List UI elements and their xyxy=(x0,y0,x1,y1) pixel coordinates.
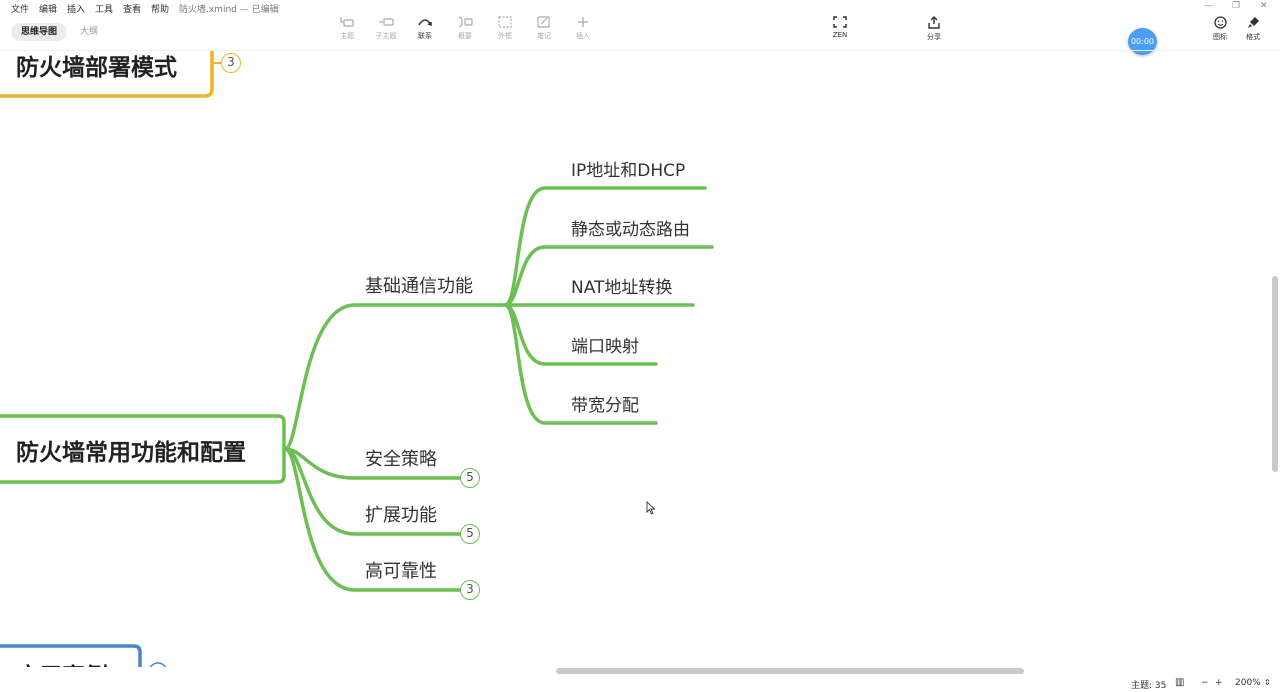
menu-tools[interactable]: 工具 xyxy=(95,2,113,15)
tab-outline[interactable]: 大纲 xyxy=(70,23,108,41)
menu-edit[interactable]: 编辑 xyxy=(39,2,57,15)
menu-bar: 文件 编辑 插入 工具 查看 帮助 防火墙.xmind — 已编辑 xyxy=(0,0,1280,15)
collapsed-count-badge[interactable]: 5 xyxy=(460,468,480,488)
note-button[interactable]: 笔记 xyxy=(524,16,564,48)
topic-icon xyxy=(340,17,354,27)
collapsed-count-badge[interactable]: 3 xyxy=(460,580,480,600)
zoom-out-button[interactable]: − xyxy=(1201,678,1209,688)
collapsed-count-badge[interactable]: 5 xyxy=(460,524,480,544)
menu-file[interactable]: 文件 xyxy=(11,2,29,15)
topic-port-mapping[interactable]: 端口映射 xyxy=(571,332,639,357)
subtopic-high-reliability[interactable]: 高可靠性 xyxy=(365,557,437,583)
note-label: 笔记 xyxy=(537,32,551,40)
share-icon xyxy=(928,16,940,29)
menu-insert[interactable]: 插入 xyxy=(67,2,85,15)
share-button[interactable]: 分享 xyxy=(914,16,954,48)
collapsed-count-badge[interactable]: 3 xyxy=(221,53,241,73)
vertical-scrollbar[interactable] xyxy=(1272,276,1278,472)
summary-button[interactable]: 概要 xyxy=(445,16,485,48)
zoom-level[interactable]: 200% xyxy=(1235,678,1261,688)
mouse-cursor-icon xyxy=(646,501,656,515)
topic-ip-dhcp[interactable]: IP地址和DHCP xyxy=(571,156,685,181)
boundary-button[interactable]: 外框 xyxy=(485,16,525,48)
summary-label: 概要 xyxy=(458,32,472,40)
restore-icon[interactable]: ❐ xyxy=(1232,1,1240,11)
topic-routing[interactable]: 静态或动态路由 xyxy=(571,215,690,240)
relationship-icon xyxy=(418,19,432,27)
subtopic-label: 子主题 xyxy=(375,32,397,40)
topic-count: 主题: 35 xyxy=(1131,681,1167,691)
topic-application-cases[interactable]: 应用案例 xyxy=(16,657,108,667)
horizontal-scrollbar[interactable] xyxy=(556,668,1024,674)
zoom-in-button[interactable]: + xyxy=(1215,678,1223,688)
insert-label: 插入 xyxy=(576,32,590,40)
note-icon xyxy=(537,16,550,28)
subtopic-security-policy[interactable]: 安全策略 xyxy=(365,445,437,471)
summary-icon xyxy=(458,16,473,28)
topic-deployment-mode[interactable]: 防火墙部署模式 xyxy=(16,51,177,82)
format-button[interactable]: 格式 xyxy=(1233,16,1273,48)
close-icon[interactable]: ✕ xyxy=(1260,1,1268,11)
zoom-stepper-icon[interactable]: ⇕ xyxy=(1264,678,1271,687)
brush-icon xyxy=(1247,17,1259,28)
smiley-icon xyxy=(1213,16,1227,29)
zen-label: ZEN xyxy=(832,31,848,39)
topic-label: 主题 xyxy=(340,32,354,40)
status-bar: 主题: 35 ▥ − + 200% ⇕ xyxy=(0,675,1280,692)
relationship-button[interactable]: 联系 xyxy=(405,16,445,48)
minimize-icon[interactable]: — xyxy=(1204,1,1213,11)
topic-button[interactable]: 主题 xyxy=(327,16,367,48)
subtopic-icon xyxy=(379,18,394,26)
tab-mindmap[interactable]: 思维导图 xyxy=(11,23,68,41)
boundary-label: 外框 xyxy=(498,32,512,40)
fullscreen-icon xyxy=(833,16,847,28)
topic-common-functions[interactable]: 防火墙常用功能和配置 xyxy=(16,433,246,467)
format-label: 格式 xyxy=(1246,33,1260,41)
mindmap-connectors xyxy=(0,51,714,667)
plus-icon xyxy=(578,17,588,27)
subtopic-extended-functions[interactable]: 扩展功能 xyxy=(365,501,437,527)
menu-help[interactable]: 帮助 xyxy=(151,2,169,15)
menu-view[interactable]: 查看 xyxy=(123,2,141,15)
book-icon[interactable]: ▥ xyxy=(1175,677,1184,688)
mindmap-canvas[interactable]: 防火墙部署模式 3 防火墙常用功能和配置 基础通信功能 安全策略 5 扩展功能 … xyxy=(0,51,1270,667)
topic-nat[interactable]: NAT地址转换 xyxy=(571,273,672,298)
boundary-icon xyxy=(498,16,512,28)
zen-button[interactable]: ZEN xyxy=(820,16,860,48)
share-label: 分享 xyxy=(927,33,941,41)
subtopic-button[interactable]: 子主题 xyxy=(366,16,406,48)
document-title: 防火墙.xmind — 已编辑 xyxy=(179,5,279,15)
relationship-label: 联系 xyxy=(418,32,432,40)
topic-bandwidth[interactable]: 带宽分配 xyxy=(571,391,639,416)
subtopic-basic-communication[interactable]: 基础通信功能 xyxy=(365,272,473,298)
insert-button[interactable]: 插入 xyxy=(563,16,603,48)
